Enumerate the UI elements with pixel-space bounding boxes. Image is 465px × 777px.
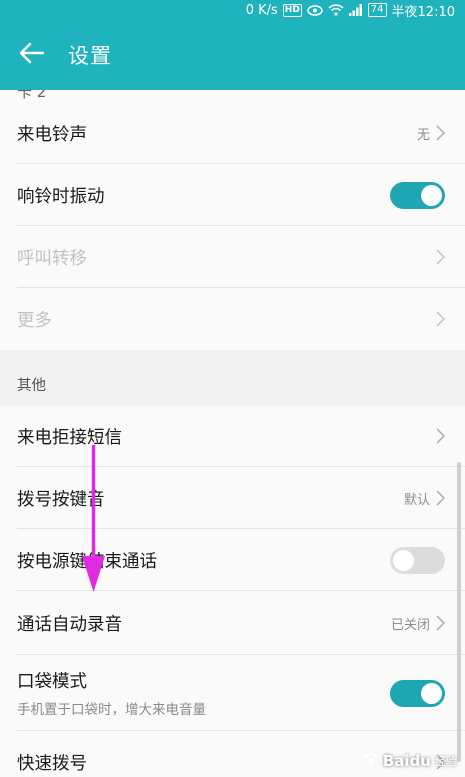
status-bar: 0 K/s HD 74 半夜12:10: [0, 0, 465, 20]
settings-row-call-forwarding: 呼叫转移: [0, 226, 465, 288]
settings-list[interactable]: 卡 2 来电铃声 无 响铃时振动 呼叫转移 更多 其他 来电拒接短信 拨号按键音…: [0, 90, 465, 777]
cutoff-text: 卡 2: [17, 90, 47, 101]
back-button[interactable]: [0, 20, 60, 90]
row-label: 更多: [17, 310, 52, 331]
wifi-icon: [328, 4, 344, 16]
settings-row-pocket-mode[interactable]: 口袋模式 手机置于口袋时，增大来电音量: [0, 655, 465, 731]
chevron-right-icon: [436, 428, 445, 444]
row-label: 拨号按键音: [17, 489, 105, 510]
page-title: 设置: [68, 44, 112, 68]
chevron-right-icon: [436, 490, 445, 506]
section-header-other: 其他: [0, 350, 465, 405]
row-label: 通话自动录音: [17, 614, 122, 635]
hd-badge: HD: [282, 3, 302, 17]
row-label: 来电拒接短信: [17, 427, 122, 448]
settings-row-more: 更多: [0, 288, 465, 350]
chevron-right-icon: [436, 615, 445, 631]
toggle-knob: [421, 184, 442, 206]
row-label: 呼叫转移: [17, 248, 87, 269]
watermark-suffix: 经验: [435, 755, 457, 768]
chevron-right-icon: [436, 311, 445, 327]
power-key-end-call-toggle[interactable]: [390, 546, 445, 574]
signal-icon: [348, 4, 363, 16]
row-label: 口袋模式: [17, 672, 87, 692]
back-arrow-icon: [19, 42, 45, 68]
row-subtitle: 手机置于口袋时，增大来电音量: [17, 702, 206, 718]
pocket-mode-toggle[interactable]: [390, 679, 445, 707]
watermark-brand: Baidu: [382, 752, 431, 770]
chevron-right-icon: [436, 125, 445, 141]
vibrate-toggle[interactable]: [390, 181, 445, 209]
section-title: 其他: [17, 378, 46, 394]
toggle-knob: [393, 549, 414, 571]
battery-indicator: 74: [367, 3, 387, 17]
settings-row-ringtone[interactable]: 来电铃声 无: [0, 102, 465, 164]
row-value: 无: [416, 127, 430, 143]
row-value: 已关闭: [390, 617, 430, 633]
settings-row-dial-tone[interactable]: 拨号按键音 默认: [0, 467, 465, 529]
eye-icon: [307, 4, 323, 16]
app-bar: 设置: [0, 20, 465, 90]
network-speed: 0 K/s: [245, 2, 278, 18]
settings-row-power-key-end-call[interactable]: 按电源键结束通话: [0, 529, 465, 591]
row-label: 来电铃声: [17, 124, 87, 145]
row-label: 按电源键结束通话: [17, 551, 157, 572]
settings-row-reject-sms[interactable]: 来电拒接短信: [0, 405, 465, 467]
paw-icon: [363, 751, 379, 771]
clock: 半夜12:10: [391, 4, 455, 20]
row-value: 默认: [403, 492, 430, 508]
toggle-knob: [421, 682, 442, 704]
baidu-watermark: Baidu 经验: [363, 751, 457, 771]
cutoff-row: 卡 2: [0, 90, 465, 102]
settings-row-vibrate-on-ring[interactable]: 响铃时振动: [0, 164, 465, 226]
settings-row-auto-record[interactable]: 通话自动录音 已关闭: [0, 591, 465, 655]
scrollbar[interactable]: [457, 462, 461, 762]
row-label: 响铃时振动: [17, 186, 105, 207]
chevron-right-icon: [436, 249, 445, 265]
